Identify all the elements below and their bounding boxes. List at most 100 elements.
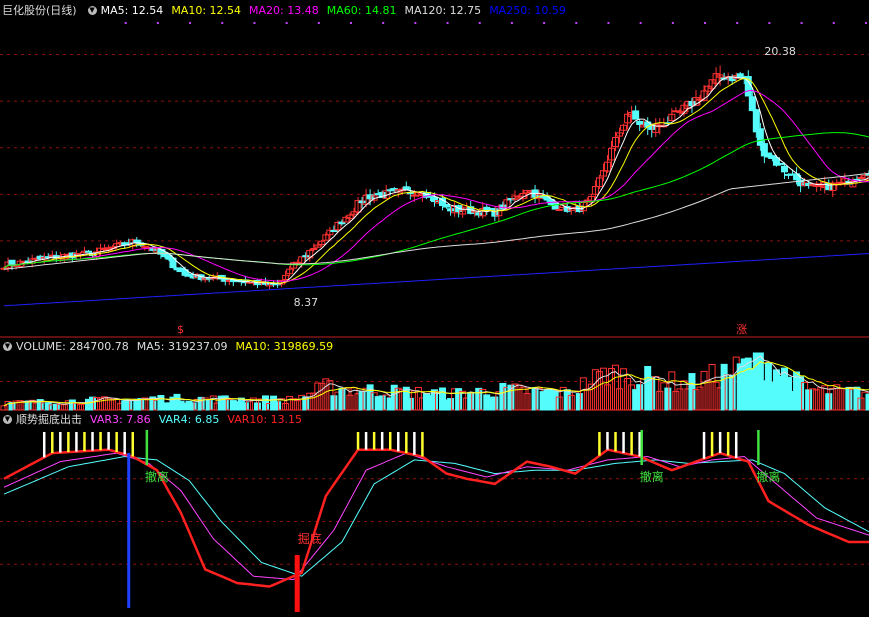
volume-bar	[700, 370, 708, 411]
volume-bar	[551, 390, 559, 411]
volume-bar	[825, 393, 833, 411]
volume-bar	[447, 398, 455, 411]
volume-bar	[805, 389, 813, 411]
signal-dot	[253, 22, 256, 24]
var4-line	[3, 455, 869, 577]
volume-bar	[76, 404, 84, 411]
volume-bar	[68, 399, 76, 411]
volume-bar	[583, 388, 591, 411]
ma10-label: MA10: 12.54	[171, 4, 242, 17]
volume-bar	[531, 387, 539, 411]
volume-bar	[318, 382, 326, 411]
candle-body	[748, 96, 756, 112]
signal-dot	[446, 22, 449, 24]
signal-dot	[382, 22, 385, 24]
candle-body	[491, 208, 499, 217]
candle-body	[857, 176, 865, 179]
volume-bar	[591, 369, 599, 411]
ma10-line	[3, 77, 869, 284]
volume-bar	[390, 384, 398, 411]
volume-bar	[330, 395, 338, 411]
signal-dot	[704, 22, 707, 24]
signal-dot	[768, 22, 771, 24]
low-price-label: 8.37	[294, 296, 319, 309]
candle-body	[84, 250, 92, 253]
chart-canvas[interactable]: 20.38 8.37 $ 涨撤离掘底 撤离 撤离	[0, 0, 869, 617]
exit-signal-label: 撤离	[640, 469, 664, 484]
volume-bar	[515, 384, 523, 411]
volume-bar	[599, 367, 607, 411]
candle-body	[133, 239, 141, 243]
candle-body	[780, 165, 788, 173]
candle-body	[447, 208, 455, 212]
volume-bar	[680, 380, 688, 411]
signal-dot	[317, 22, 320, 24]
volume-bar	[358, 390, 366, 411]
volume-bar	[346, 394, 354, 411]
ma120-line	[3, 172, 869, 270]
volume-bar	[708, 363, 716, 411]
price-marker: $	[177, 323, 184, 336]
volume-bar	[125, 399, 133, 411]
ma120-label: MA120: 12.75	[404, 4, 482, 17]
volume-bar	[197, 396, 205, 411]
ma250-label: MA250: 10.59	[489, 4, 566, 17]
signal-dot	[414, 22, 417, 24]
bottom-signal-bar	[294, 555, 300, 612]
exit-signal-label: 撤离	[145, 469, 169, 484]
volume-bar	[845, 386, 853, 411]
volume-bar	[676, 388, 684, 411]
candle-body	[555, 208, 563, 211]
chevron-down-icon[interactable]: ▼	[3, 342, 12, 351]
volume-bar	[636, 384, 644, 411]
var10-line	[3, 448, 869, 588]
volume-bar	[44, 402, 52, 411]
volume-bar	[837, 388, 845, 411]
volume-bar	[52, 403, 60, 411]
volume-bar	[648, 376, 656, 411]
ma60-label: MA60: 14.81	[326, 4, 397, 17]
volume-bar	[378, 395, 386, 411]
volume-bar	[109, 399, 117, 411]
signal-dot	[510, 22, 513, 24]
volume-bar	[728, 374, 736, 411]
candle-body	[475, 212, 483, 216]
volume-bar	[616, 388, 624, 411]
volume-bar	[241, 402, 249, 411]
signal-dot	[639, 22, 642, 24]
candle-body	[776, 162, 784, 165]
signal-dot	[607, 22, 610, 24]
var10-label: VAR10: 13.15	[227, 413, 303, 426]
signal-dot	[349, 22, 352, 24]
candle-body	[636, 121, 644, 126]
volume-panel-header: ▼ VOLUME: 284700.78 MA5: 319237.09 MA10:…	[0, 339, 341, 354]
signal-dot	[736, 22, 739, 24]
candle-body	[310, 247, 318, 250]
volume-bar	[467, 391, 475, 411]
price-panel-header: 巨化股份(日线) ▼ MA5: 12.54 MA10: 12.54 MA20: …	[0, 3, 574, 18]
volume-bar	[817, 387, 825, 411]
candle-body	[330, 229, 338, 233]
signal-dot	[124, 22, 127, 24]
price-marker: 涨	[736, 323, 747, 336]
signal-dot	[832, 22, 835, 24]
price-panel-title: 巨化股份(日线)	[2, 4, 77, 17]
chevron-down-icon[interactable]: ▼	[3, 415, 12, 424]
signal-dot	[671, 22, 674, 24]
volume-bar	[205, 399, 213, 411]
candle-body	[756, 128, 764, 146]
high-price-label: 20.38	[764, 45, 796, 58]
volume-bar	[813, 389, 821, 411]
volume-bar	[603, 384, 611, 411]
var4-label: VAR4: 6.85	[158, 413, 220, 426]
ma5-label: MA5: 12.54	[100, 4, 164, 17]
indicator-title: 顺势掘底出击	[16, 413, 82, 426]
signal-dot	[189, 22, 192, 24]
volume-bar	[672, 390, 680, 411]
volume-bar	[523, 393, 531, 411]
ma5-line	[3, 76, 869, 284]
volume-bar	[0, 405, 8, 411]
volume-bar	[624, 378, 632, 411]
chevron-down-icon[interactable]: ▼	[87, 6, 97, 15]
signal-dot	[575, 22, 578, 24]
